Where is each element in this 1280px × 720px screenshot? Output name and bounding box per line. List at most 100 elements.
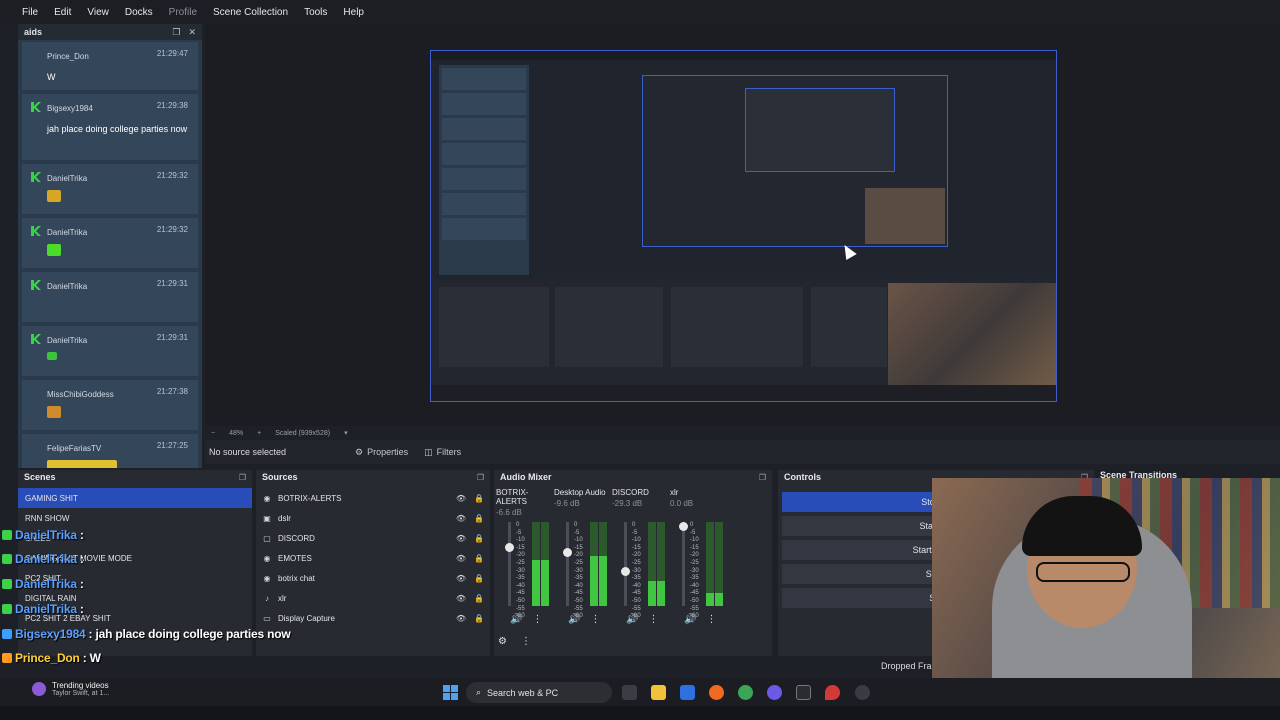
zoom-in-icon[interactable]: + [257,430,261,437]
visibility-eye-icon[interactable]: 👁 [456,594,466,603]
level-meter-fill [657,580,665,606]
nested-sources [555,287,663,367]
task-view-icon[interactable] [622,685,637,700]
menu-edit[interactable]: Edit [54,7,71,18]
float-dock-icon[interactable]: ❐ [239,473,246,482]
more-icon[interactable]: ⋮ [532,614,542,625]
lock-icon[interactable]: 🔒 [474,614,484,623]
source-item[interactable]: ▢ DISCORD 👁 🔒 [256,528,490,548]
source-item[interactable]: ◉ BOTRIX-ALERTS 👁 🔒 [256,488,490,508]
file-explorer-icon[interactable] [651,685,666,700]
speaker-icon[interactable]: 🔊 [684,614,696,625]
zoom-icon[interactable]: − [211,430,215,437]
discord-icon[interactable] [767,685,782,700]
float-dock-icon[interactable]: ❐ [759,473,766,482]
fader-knob[interactable] [505,543,514,552]
volume-fader[interactable] [505,522,514,606]
menu-view[interactable]: View [87,7,109,18]
chat-username: DanielTrika [47,282,88,291]
more-icon[interactable]: ⋮ [521,636,531,647]
news-widget[interactable]: Trending videos Taylor Swift, at 1... [32,681,109,697]
chat-overlay-line: DanielTrika : [2,528,84,542]
more-icon[interactable]: ⋮ [706,614,716,625]
more-icon[interactable]: ⋮ [648,614,658,625]
menu-scene-collection[interactable]: Scene Collection [213,7,288,18]
overlay-username: Bigsexy1984 [15,627,86,641]
chat-text: jah place doing college parties now [47,124,188,134]
widget-subtitle: Taylor Swift, at 1... [52,690,110,697]
db-tick-label: -55 [574,605,583,612]
lock-icon[interactable]: 🔒 [474,534,484,543]
visibility-eye-icon[interactable]: 👁 [456,514,466,523]
kick-badge-icon [31,334,41,344]
chat-message: DanielTrika 21:29:31 [22,272,198,322]
fader-knob[interactable] [563,547,572,557]
chat-username: FelipeFariasTV [47,444,102,453]
lock-icon[interactable]: 🔒 [474,574,484,583]
menu-docks[interactable]: Docks [125,7,153,18]
source-item[interactable]: ◉ EMOTES 👁 🔒 [256,548,490,568]
search-placeholder: Search web & PC [487,687,559,698]
channel-controls: 🔊 ⋮ [626,614,658,625]
fader-knob[interactable] [621,567,630,576]
store-icon[interactable] [680,685,695,700]
chat-timestamp: 21:29:31 [156,333,188,342]
chat-list[interactable]: Prince_Don 21:29:47 W Bigsexy1984 21:29:… [22,42,198,468]
windows-start-icon[interactable] [443,685,458,700]
maps-pin-icon[interactable] [825,685,840,700]
level-meter [715,522,723,606]
obs-icon[interactable] [855,685,870,700]
overlay-text: : [79,552,84,566]
float-dock-icon[interactable]: ❐ [172,27,180,38]
chrome-icon[interactable] [738,685,753,700]
lock-icon[interactable]: 🔒 [474,554,484,563]
chevron-down-icon[interactable]: ▾ [344,429,348,437]
volume-fader[interactable] [621,522,630,606]
menu-help[interactable]: Help [343,7,364,18]
advanced-audio-icon[interactable]: ⚙ [498,636,507,647]
preview-status-bar: − 48% + Scaled (939x528) ▾ [205,426,1280,440]
channel-db: -9.6 dB [554,499,580,508]
lock-icon[interactable]: 🔒 [474,594,484,603]
visibility-eye-icon[interactable]: 👁 [456,614,466,623]
source-item[interactable]: ▭ Display Capture 👁 🔒 [256,608,490,628]
scaled-resolution[interactable]: Scaled (939x528) [275,430,330,437]
filters-button[interactable]: ◫ Filters [416,442,469,462]
properties-button[interactable]: ⚙ Properties [347,442,416,462]
db-tick-label: -35 [574,575,583,582]
volume-fader[interactable] [679,522,688,606]
badge-icon [2,530,12,540]
db-tick-label: -30 [690,567,699,574]
firefox-icon[interactable] [709,685,724,700]
scene-item[interactable]: RNN SHOW [18,508,252,528]
menu-tools[interactable]: Tools [304,7,327,18]
source-item[interactable]: ▣ dslr 👁 🔒 [256,508,490,528]
filter-icon: ◫ [424,446,433,457]
close-icon[interactable]: ✕ [188,27,196,38]
scene-item[interactable]: GAMING SHIT [18,488,252,508]
lock-icon[interactable]: 🔒 [474,514,484,523]
menu-file[interactable]: File [22,7,38,18]
visibility-eye-icon[interactable]: 👁 [456,554,466,563]
speaker-icon[interactable]: 🔊 [510,614,522,625]
menu-profile[interactable]: Profile [169,7,197,18]
source-item[interactable]: ◉ botrix chat 👁 🔒 [256,568,490,588]
lock-icon[interactable]: 🔒 [474,494,484,503]
visibility-eye-icon[interactable]: 👁 [456,494,466,503]
visibility-eye-icon[interactable]: 👁 [456,574,466,583]
more-icon[interactable]: ⋮ [590,614,600,625]
source-item[interactable]: ♪ xlr 👁 🔒 [256,588,490,608]
db-tick-label: -20 [516,552,525,559]
source-name: BOTRIX-ALERTS [278,493,342,503]
float-dock-icon[interactable]: ❐ [477,473,484,482]
program-preview[interactable] [430,50,1057,402]
speaker-icon[interactable]: 🔊 [568,614,580,625]
taskbar-search[interactable]: ⌕ Search web & PC [466,682,612,703]
fader-knob[interactable] [679,522,688,531]
speaker-icon[interactable]: 🔊 [626,614,638,625]
db-tick-label: -35 [516,575,525,582]
chat-message: DanielTrika 21:29:31 [22,326,198,376]
terminal-icon[interactable] [796,685,811,700]
visibility-eye-icon[interactable]: 👁 [456,534,466,543]
volume-fader[interactable] [563,522,572,606]
